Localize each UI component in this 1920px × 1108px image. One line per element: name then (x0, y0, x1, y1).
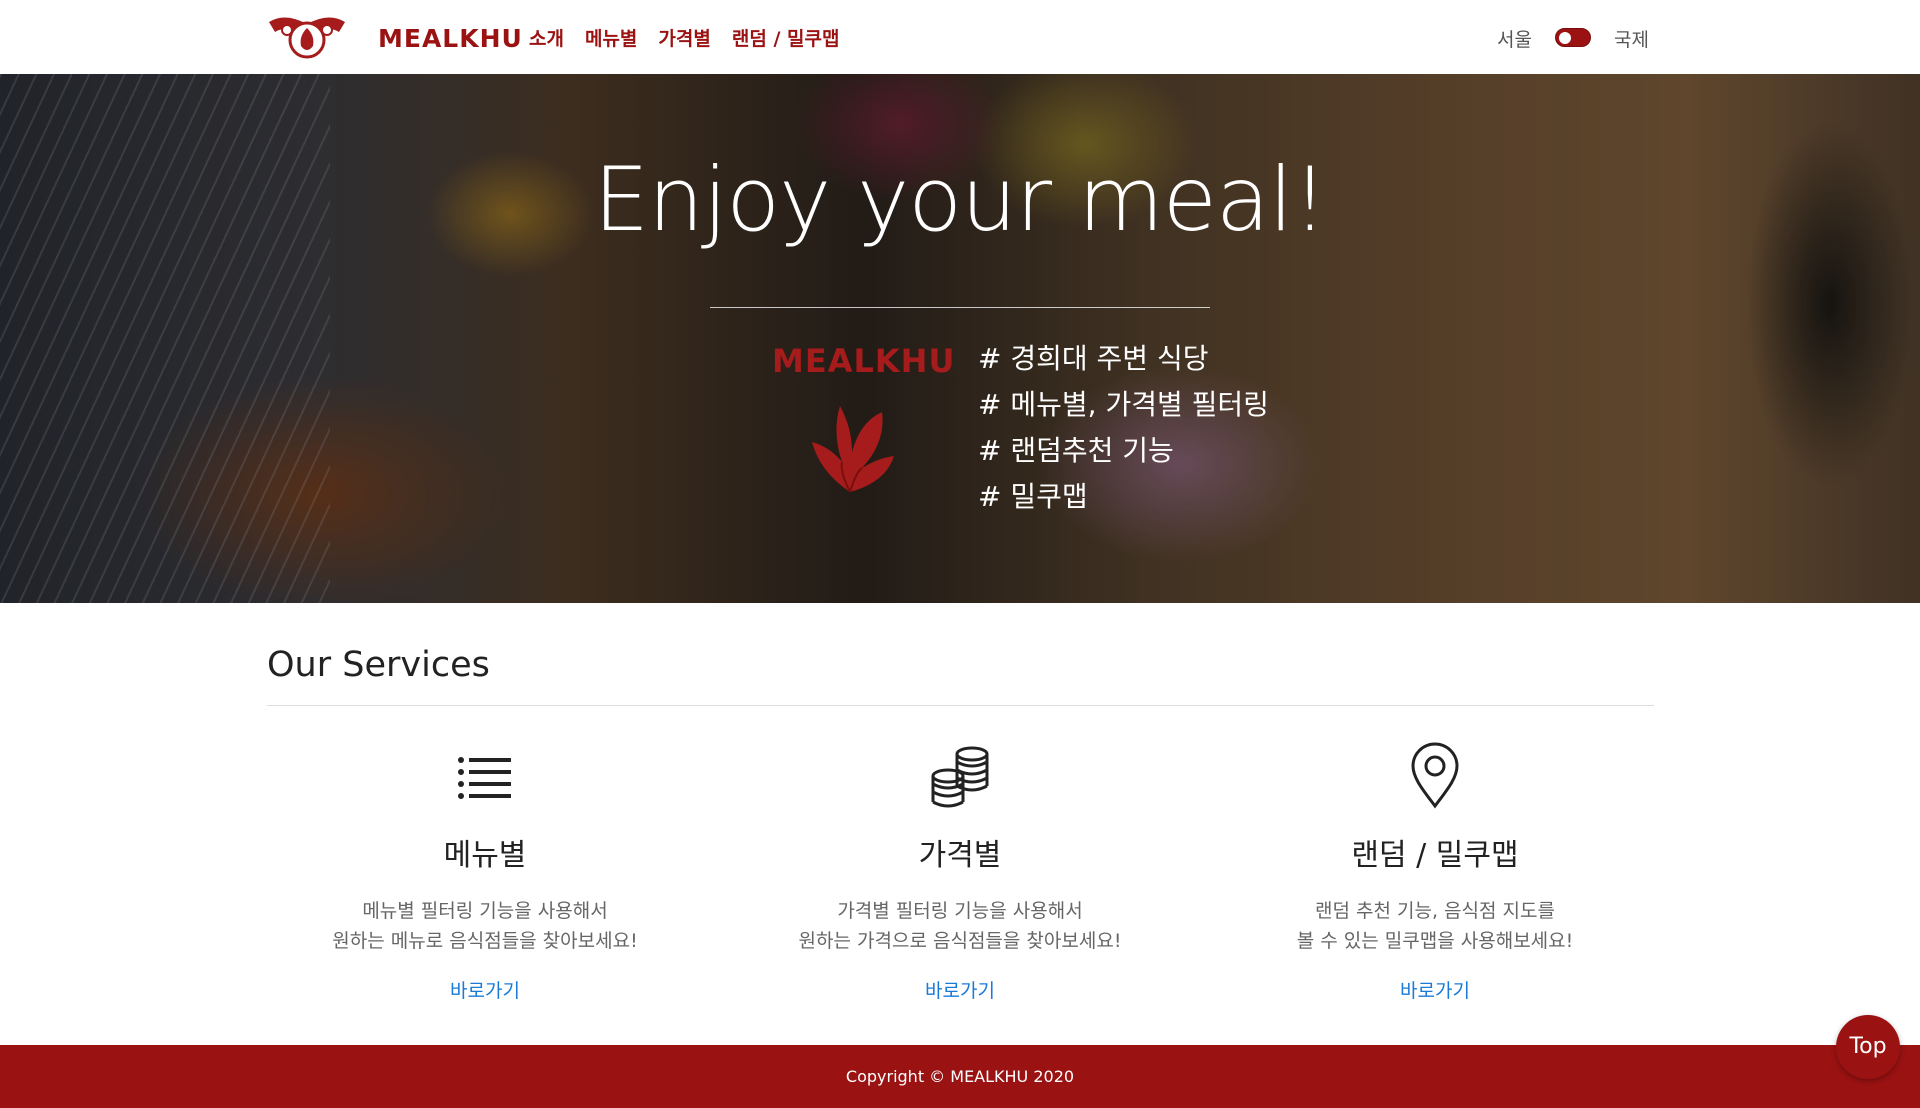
hero-brand: MEALKHU (772, 342, 956, 380)
hero-feature-item: # 경희대 주변 식당 (978, 342, 1209, 375)
region-label-seoul: 서울 (1497, 29, 1532, 51)
navbar: MEALKHU 소개 메뉴별 가격별 랜덤 / 밀쿠맵 서울 국제 (0, 0, 1920, 74)
region-label-international: 국제 (1614, 29, 1649, 51)
service-card-menu: 메뉴별 메뉴별 필터링 기능을 사용해서 원하는 메뉴로 음식점들을 찾아보세요… (215, 742, 755, 1003)
magnolia-emblem-icon (812, 406, 894, 493)
hero-feature-item: # 랜덤추천 기능 (978, 434, 1174, 467)
service-title: 메뉴별 (443, 838, 527, 873)
hero-feature-item: # 밀쿠맵 (978, 480, 1088, 513)
nav-link-intro[interactable]: 소개 (529, 24, 564, 51)
map-pin-icon (1411, 742, 1459, 809)
nav-link-price[interactable]: 가격별 (658, 24, 710, 51)
list-icon (458, 757, 511, 799)
toggle-knob (1559, 32, 1571, 44)
campus-toggle[interactable] (1555, 28, 1591, 47)
service-description-line: 원하는 메뉴로 음식점들을 찾아보세요! (332, 930, 638, 952)
service-description-line: 원하는 가격으로 음식점들을 찾아보세요! (798, 930, 1122, 952)
scroll-to-top-button[interactable]: Top (1836, 1015, 1900, 1079)
service-link-price[interactable]: 바로가기 (925, 976, 995, 1003)
service-description-line: 가격별 필터링 기능을 사용해서 (837, 900, 1083, 922)
hero-title: Enjoy your meal! (593, 148, 1327, 251)
service-description-line: 랜덤 추천 기능, 음식점 지도를 (1315, 900, 1555, 922)
service-link-menu[interactable]: 바로가기 (450, 976, 520, 1003)
nav-link-random-map[interactable]: 랜덤 / 밀쿠맵 (732, 24, 840, 51)
service-card-price: 가격별 가격별 필터링 기능을 사용해서 원하는 가격으로 음식점들을 찾아보세… (690, 742, 1230, 1003)
hero-banner: Enjoy your meal! MEALKHU # 경희대 주변 식당 # 메… (0, 74, 1920, 603)
service-description: 랜덤 추천 기능, 음식점 지도를 볼 수 있는 밀쿠맵을 사용해보세요! (1165, 896, 1705, 956)
services-heading: Our Services (267, 645, 490, 685)
nav-link-menu[interactable]: 메뉴별 (585, 24, 637, 51)
service-title: 가격별 (918, 838, 1002, 873)
hero-feature-item: # 메뉴별, 가격별 필터링 (978, 388, 1269, 421)
service-description-line: 메뉴별 필터링 기능을 사용해서 (362, 900, 608, 922)
footer-copyright: Copyright © MEALKHU 2020 (845, 1067, 1075, 1086)
nav-menu: 소개 메뉴별 가격별 랜덤 / 밀쿠맵 (529, 24, 839, 51)
footer: Copyright © MEALKHU 2020 (0, 1045, 1920, 1108)
coins-icon (931, 746, 989, 808)
service-title: 랜덤 / 밀쿠맵 (1351, 838, 1519, 873)
service-description: 가격별 필터링 기능을 사용해서 원하는 가격으로 음식점들을 찾아보세요! (690, 896, 1230, 956)
service-description: 메뉴별 필터링 기능을 사용해서 원하는 메뉴로 음식점들을 찾아보세요! (215, 896, 755, 956)
service-card-random-map: 랜덤 / 밀쿠맵 랜덤 추천 기능, 음식점 지도를 볼 수 있는 밀쿠맵을 사… (1165, 742, 1705, 1003)
services-divider (267, 705, 1654, 706)
hero-feature-list: # 경희대 주변 식당 # 메뉴별, 가격별 필터링 # 랜덤추천 기능 # 밀… (978, 336, 1269, 520)
service-link-random-map[interactable]: 바로가기 (1400, 976, 1470, 1003)
service-description-line: 볼 수 있는 밀쿠맵을 사용해보세요! (1296, 930, 1574, 952)
hero-divider (710, 307, 1210, 308)
brand-name[interactable]: MEALKHU (378, 24, 523, 53)
logo-icon[interactable] (265, 10, 349, 62)
